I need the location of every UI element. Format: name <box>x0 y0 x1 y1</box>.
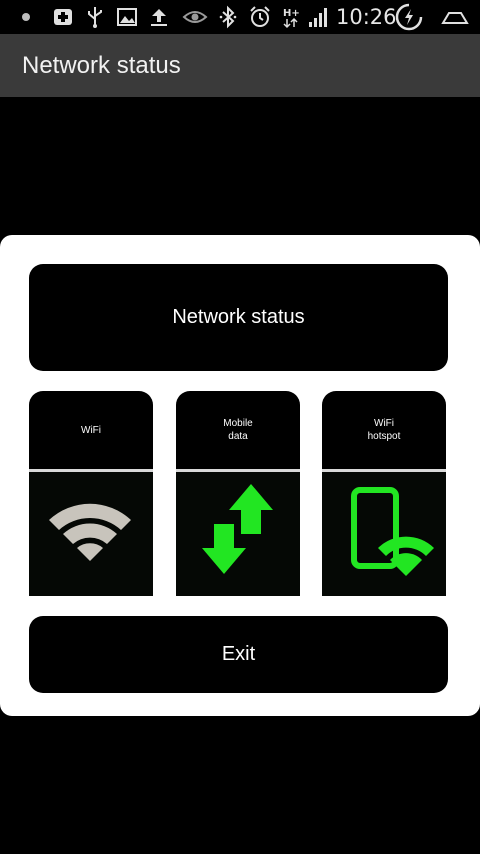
home-icon[interactable] <box>440 5 470 29</box>
battery-charging-icon <box>395 3 423 31</box>
clock-time: 10:26 <box>336 5 397 29</box>
notification-dot-icon <box>22 13 30 21</box>
mobile-data-icon <box>202 484 273 574</box>
exit-button[interactable]: Exit <box>29 616 448 693</box>
mobile-data-tile[interactable]: Mobile data <box>176 391 300 596</box>
image-icon <box>117 8 137 26</box>
mobile-data-tile-label: Mobile data <box>223 418 253 442</box>
network-status-label: Network status <box>172 306 305 328</box>
usb-icon <box>88 7 102 28</box>
svg-text:H+: H+ <box>283 8 300 19</box>
wifi-hotspot-icon <box>351 487 434 576</box>
wifi-tile-label: WiFi <box>81 424 101 436</box>
upload-icon <box>151 9 167 26</box>
network-dialog: Network status WiFi Mobile data WiFi hot… <box>0 235 480 716</box>
wifi-tile[interactable]: WiFi <box>29 391 153 596</box>
mobile-data-icon-area <box>176 472 300 596</box>
wifi-hotspot-icon-area <box>322 472 446 596</box>
status-bar: H+ 10:26 <box>0 0 480 34</box>
wifi-hotspot-tile-label: WiFi hotspot <box>367 418 401 442</box>
eye-icon <box>182 11 208 23</box>
wifi-hotspot-tile[interactable]: WiFi hotspot <box>322 391 446 596</box>
wifi-icon <box>49 503 131 561</box>
exit-label: Exit <box>221 643 256 665</box>
alarm-icon <box>250 6 270 27</box>
wifi-icon-area <box>29 472 153 596</box>
signal-icon <box>309 8 327 27</box>
network-status-button[interactable]: Network status <box>29 264 448 371</box>
plus-icon <box>54 9 72 25</box>
app-title: Network status <box>22 52 181 79</box>
action-bar: Network status <box>0 34 480 97</box>
bluetooth-icon <box>219 5 237 29</box>
hplus-data-icon: H+ <box>283 8 300 29</box>
